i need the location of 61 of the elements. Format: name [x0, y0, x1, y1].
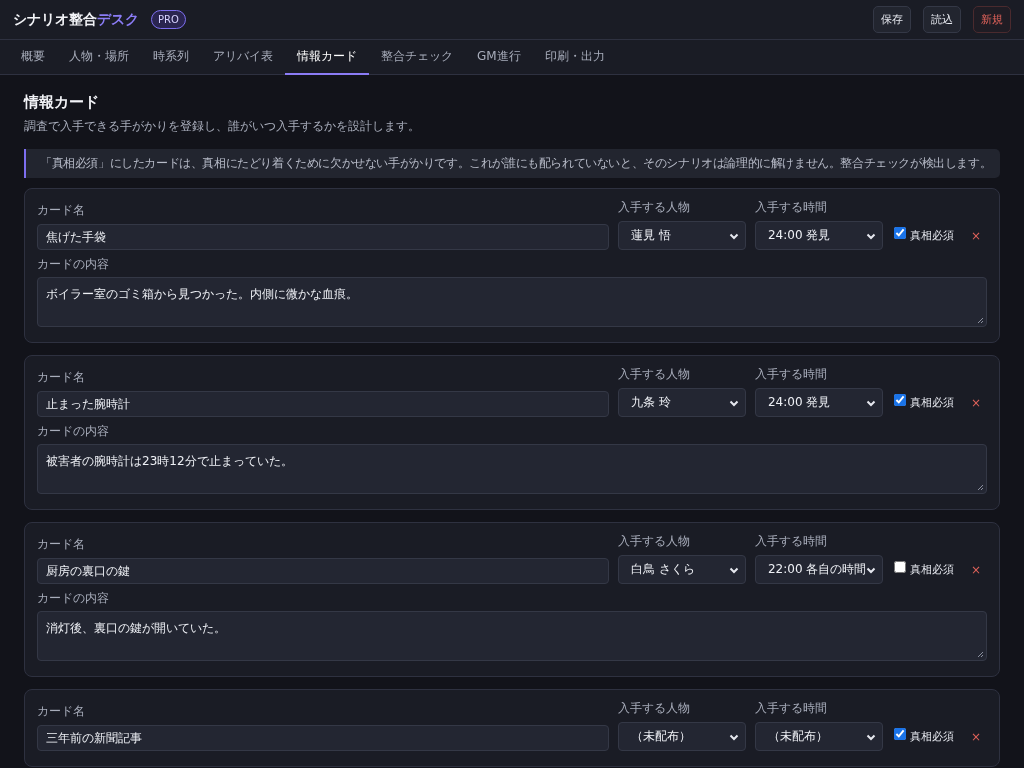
- required-checkbox[interactable]: [893, 393, 906, 406]
- card-content-field[interactable]: ボイラー室のゴミ箱から見つかった。内側に微かな血痕。: [37, 277, 987, 327]
- field-label: カード名: [37, 202, 86, 219]
- field-label: 入手する人物: [617, 533, 691, 550]
- header-button[interactable]: 保存: [873, 6, 911, 33]
- card-content-field[interactable]: 被害者の腕時計は23時12分で止まっていた。: [37, 444, 987, 494]
- time-select[interactable]: 22:00 各自の時間: [754, 555, 883, 584]
- field-label: カード名: [37, 369, 86, 386]
- field-label: 入手する時間: [754, 533, 828, 550]
- person-select[interactable]: 九条 玲: [617, 388, 746, 417]
- field-label: カード名: [37, 703, 86, 720]
- card-content-field[interactable]: 消灯後、裏口の鍵が開いていた。: [37, 611, 987, 661]
- delete-button[interactable]: ×: [966, 388, 987, 417]
- card-name-field[interactable]: 厨房の裏口の鍵: [37, 558, 609, 584]
- resize-grip-icon: [977, 484, 984, 491]
- field-label: 入手する時間: [754, 700, 828, 717]
- tab[interactable]: 時系列: [141, 40, 201, 75]
- field-label: 入手する人物: [617, 700, 691, 717]
- resize-grip-icon: [977, 317, 984, 324]
- page-heading: 情報カード: [24, 93, 100, 112]
- tab[interactable]: 情報カード: [285, 40, 369, 75]
- header-button[interactable]: 新規: [973, 6, 1011, 33]
- tab[interactable]: 整合チェック: [369, 40, 465, 75]
- card-name-field[interactable]: 三年前の新聞記事: [37, 725, 609, 751]
- field-label: カードの内容: [37, 423, 110, 440]
- required-checkbox[interactable]: [893, 560, 906, 573]
- checkbox-label: 真相必須: [909, 562, 954, 577]
- card-name-field[interactable]: 止まった腕時計: [37, 391, 609, 417]
- time-select[interactable]: 24:00 発見: [754, 388, 883, 417]
- checkbox-label: 真相必須: [909, 729, 954, 744]
- field-label: カード名: [37, 536, 86, 553]
- tab[interactable]: 概要: [9, 40, 57, 75]
- field-label: 入手する時間: [754, 366, 828, 383]
- delete-button[interactable]: ×: [966, 555, 987, 584]
- required-checkbox[interactable]: [893, 226, 906, 239]
- field-label: 入手する時間: [754, 199, 828, 216]
- person-select[interactable]: （未配布）: [617, 722, 746, 751]
- header-button[interactable]: 読込: [923, 6, 961, 33]
- app-title: シナリオ整合デスク: [13, 10, 139, 29]
- time-select[interactable]: 24:00 発見: [754, 221, 883, 250]
- field-label: カードの内容: [37, 590, 110, 607]
- page-description: 調査で入手できる手がかりを登録し、誰がいつ入手するかを設計します。: [24, 118, 421, 135]
- field-label: 入手する人物: [617, 199, 691, 216]
- field-label: 入手する人物: [617, 366, 691, 383]
- required-checkbox[interactable]: [893, 727, 906, 740]
- delete-button[interactable]: ×: [966, 722, 987, 751]
- person-select[interactable]: 蓮見 悟: [617, 221, 746, 250]
- person-select[interactable]: 白鳥 さくら: [617, 555, 746, 584]
- notice-banner: 「真相必須」にしたカードは、真相にたどり着くために欠かせない手がかりです。これが誰にも配られていないと、そのシナリオは論理的に解けません。整合チェックが検出します。: [24, 149, 1000, 178]
- checkbox-label: 真相必須: [909, 395, 954, 410]
- resize-grip-icon: [977, 651, 984, 658]
- delete-button[interactable]: ×: [966, 221, 987, 250]
- time-select[interactable]: （未配布）: [754, 722, 883, 751]
- tab[interactable]: 印刷・出力: [532, 40, 617, 75]
- field-label: カードの内容: [37, 256, 110, 273]
- tab[interactable]: 人物・場所: [57, 40, 141, 75]
- card-name-field[interactable]: 焦げた手袋: [37, 224, 609, 250]
- checkbox-label: 真相必須: [909, 228, 954, 243]
- tab[interactable]: GM進行: [465, 40, 533, 75]
- tab[interactable]: アリバイ表: [201, 40, 285, 75]
- pro-badge: PRO: [151, 10, 186, 29]
